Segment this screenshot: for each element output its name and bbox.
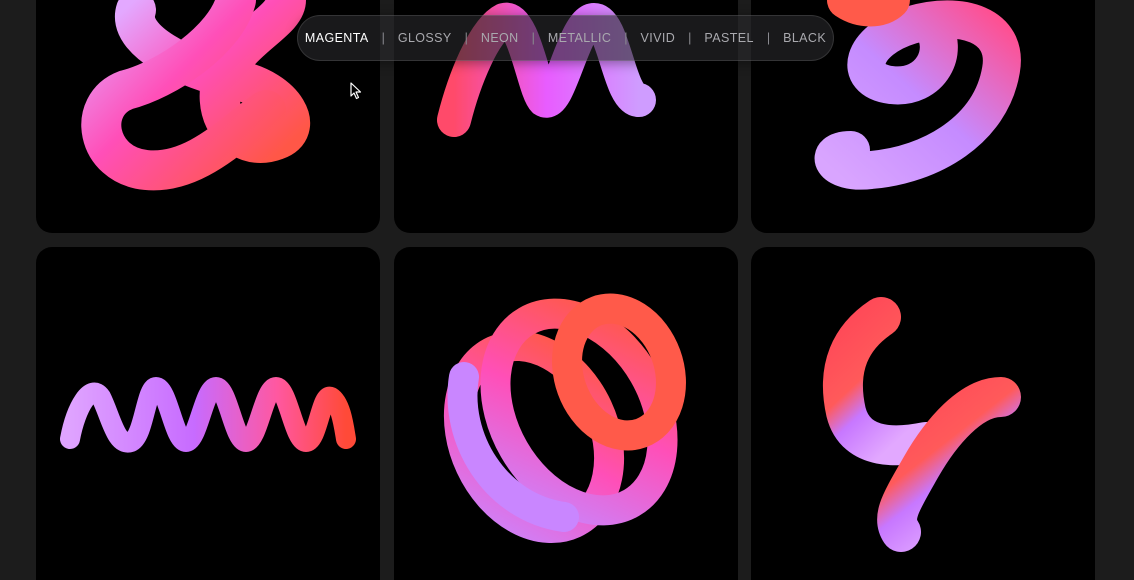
filter-glossy[interactable]: GLOSSY: [397, 31, 453, 45]
style-filter-bar: MAGENTA | GLOSSY | NEON | METALLIC | VIV…: [297, 15, 834, 61]
filter-pastel[interactable]: PASTEL: [703, 31, 754, 45]
filter-neon[interactable]: NEON: [480, 31, 520, 45]
tangled-loops-shape-icon: [443, 293, 686, 544]
mouse-cursor-icon: [350, 82, 362, 100]
separator: |: [624, 31, 628, 45]
separator: |: [688, 31, 692, 45]
filter-black[interactable]: BLACK: [782, 31, 827, 45]
gallery-tile-6[interactable]: [751, 247, 1095, 580]
gallery-tile-5[interactable]: [394, 247, 738, 580]
gallery-page: MAGENTA | GLOSSY | NEON | METALLIC | VIV…: [0, 0, 1134, 580]
filter-metallic[interactable]: METALLIC: [547, 31, 612, 45]
filter-vivid[interactable]: VIVID: [640, 31, 677, 45]
separator: |: [381, 31, 385, 45]
hook-squiggle-shape-icon: [822, 297, 1021, 552]
gallery-tile-4[interactable]: [36, 247, 380, 580]
separator: |: [464, 31, 468, 45]
separator: |: [531, 31, 535, 45]
filter-magenta[interactable]: MAGENTA: [304, 31, 370, 45]
coil-spring-shape-icon: [60, 376, 356, 453]
separator: |: [766, 31, 771, 45]
